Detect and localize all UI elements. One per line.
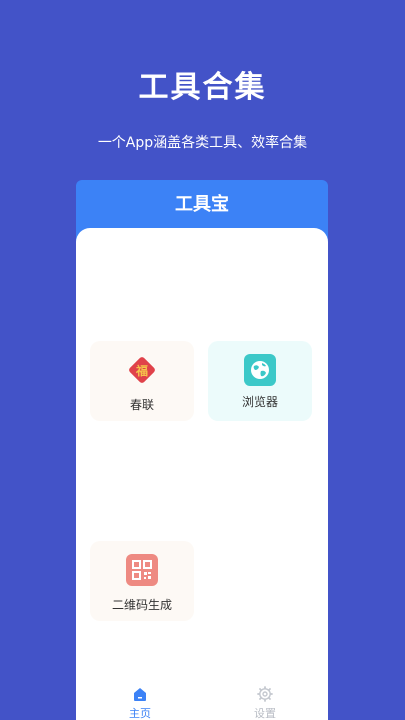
tool-tile-qr-generator[interactable]: 二维码生成 — [90, 541, 194, 621]
fu-couplet-icon: 福 — [129, 357, 155, 383]
promo-title: 工具合集 — [138, 70, 267, 105]
svg-text:福: 福 — [135, 363, 148, 378]
tab-label: 主页 — [129, 707, 151, 720]
tool-tile-couplet[interactable]: 福 春联 — [90, 341, 194, 421]
tab-home[interactable]: 主页 — [105, 684, 175, 720]
globe-icon — [244, 354, 276, 386]
app-screen: 工具宝 福 春联 浏览器 二维码生成 主页 设置 — [76, 180, 328, 720]
gear-icon — [257, 686, 273, 702]
qr-code-icon — [126, 554, 158, 586]
tool-label: 春联 — [129, 398, 154, 412]
bottom-tab-bar: 主页 设置 — [76, 684, 328, 720]
tool-grid: 福 春联 浏览器 二维码生成 主页 设置 — [76, 228, 328, 720]
tool-label: 二维码生成 — [111, 598, 172, 612]
tab-label: 设置 — [254, 707, 276, 720]
app-header-title: 工具宝 — [175, 194, 229, 215]
tool-label: 浏览器 — [241, 395, 278, 409]
tool-tile-browser[interactable]: 浏览器 — [208, 341, 312, 421]
home-icon — [134, 688, 146, 701]
tab-settings[interactable]: 设置 — [230, 684, 300, 720]
promo-subtitle: 一个App涵盖各类工具、效率合集 — [97, 135, 308, 151]
